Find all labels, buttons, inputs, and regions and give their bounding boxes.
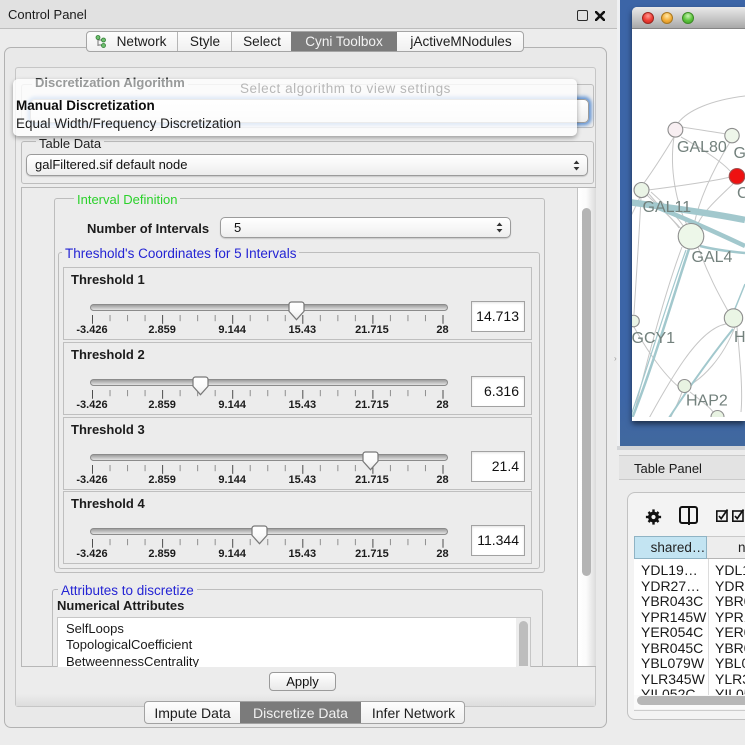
svg-text:GCY1: GCY1	[632, 330, 675, 347]
svg-text:GAL11: GAL11	[643, 199, 692, 216]
svg-text:H: H	[734, 329, 745, 346]
svg-text:GAL80: GAL80	[677, 139, 727, 156]
svg-text:HAP2: HAP2	[686, 393, 728, 410]
svg-text:C: C	[737, 185, 745, 202]
svg-text:GAL4: GAL4	[692, 249, 733, 266]
svg-text:GA: GA	[734, 145, 745, 162]
